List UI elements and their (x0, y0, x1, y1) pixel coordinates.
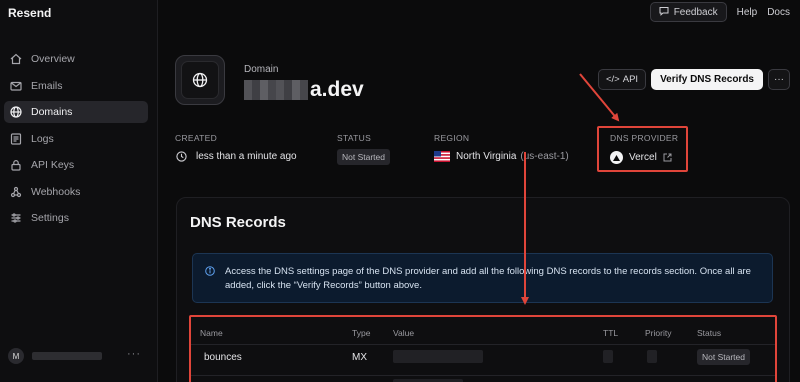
redacted-username (32, 352, 102, 360)
sidebar-item-label: Logs (31, 132, 54, 145)
domain-suffix: a.dev (310, 78, 364, 101)
globe-icon (10, 106, 22, 118)
column-header-name: Name (200, 328, 223, 338)
column-header-status: Status (697, 328, 722, 338)
overview-icon (10, 53, 22, 65)
sidebar-item-label: Webhooks (31, 185, 81, 198)
region-name: North Virginia (456, 151, 517, 162)
webhook-icon (10, 186, 22, 198)
api-label: API (622, 74, 639, 85)
record-type: MX (352, 352, 367, 363)
created-value: less than a minute ago (176, 151, 297, 162)
record-status: Not Started (697, 349, 750, 365)
info-icon (205, 266, 215, 276)
domain-name: a.dev (244, 78, 364, 102)
logs-icon (10, 132, 22, 145)
table-divider (191, 375, 775, 376)
info-text: Access the DNS settings page of the DNS … (225, 266, 751, 291)
sidebar-item-label: API Keys (31, 159, 75, 171)
sidebar-nav: Overview Emails Domains Logs API Keys We… (4, 48, 148, 234)
status-badge: Not Started (337, 149, 390, 165)
sidebar-item-logs[interactable]: Logs (4, 128, 148, 150)
sidebar-item-label: Settings (31, 212, 69, 224)
top-bar: Feedback Help Docs (649, 2, 790, 22)
globe-icon (192, 72, 208, 88)
help-link[interactable]: Help (737, 7, 758, 18)
region-code: (us-east-1) (520, 151, 569, 162)
status-label: STATUS (337, 133, 372, 143)
brand-logo[interactable]: Resend (8, 6, 51, 20)
sidebar-item-domains[interactable]: Domains (4, 101, 148, 123)
sidebar-item-label: Overview (31, 53, 75, 65)
redacted-ttl (603, 350, 613, 363)
message-icon (659, 6, 669, 19)
status-value: Not Started (337, 149, 390, 165)
us-flag-icon (434, 151, 450, 162)
user-menu-button[interactable]: ··· (127, 348, 141, 360)
lock-icon (10, 159, 22, 171)
feedback-label: Feedback (673, 6, 718, 18)
verify-dns-records-button[interactable]: Verify DNS Records (651, 69, 763, 90)
record-name: bounces (204, 352, 242, 363)
api-button[interactable]: </> API (598, 69, 647, 90)
redacted-record-value (393, 350, 483, 363)
table-divider (191, 344, 775, 345)
redacted-priority (647, 350, 657, 363)
created-label: CREATED (175, 133, 218, 143)
mail-icon (10, 80, 22, 92)
domain-avatar (175, 55, 225, 105)
redacted-domain (244, 80, 308, 100)
sidebar-item-overview[interactable]: Overview (4, 48, 148, 70)
avatar: M (8, 348, 24, 364)
docs-link[interactable]: Docs (767, 7, 790, 18)
domain-label: Domain (244, 64, 279, 75)
settings-icon (10, 212, 22, 224)
region-value: North Virginia (us-east-1) (434, 151, 569, 162)
column-header-priority: Priority (645, 328, 672, 338)
status-badge: Not Started (697, 349, 750, 365)
more-options-button[interactable]: ··· (768, 69, 790, 90)
user-account[interactable]: M (8, 348, 102, 364)
clock-icon (176, 151, 187, 162)
column-header-type: Type (352, 328, 371, 338)
region-label: REGION (434, 133, 470, 143)
sidebar-item-api-keys[interactable]: API Keys (4, 154, 148, 176)
feedback-button[interactable]: Feedback (649, 2, 727, 22)
sidebar-item-webhooks[interactable]: Webhooks (4, 181, 148, 203)
code-icon: </> (606, 74, 620, 85)
sidebar-item-label: Emails (31, 79, 63, 92)
sidebar-item-emails[interactable]: Emails (4, 75, 148, 97)
created-text: less than a minute ago (196, 151, 297, 162)
sidebar-item-settings[interactable]: Settings (4, 207, 148, 229)
column-header-ttl: TTL (603, 328, 619, 338)
dns-provider-highlight (597, 126, 688, 172)
sidebar-item-label: Domains (31, 106, 73, 118)
dns-records-table (189, 315, 777, 382)
header-actions: </> API Verify DNS Records ··· (598, 69, 790, 90)
column-header-value: Value (393, 328, 415, 338)
sidebar: Resend Overview Emails Domains Logs API … (0, 0, 158, 382)
dns-records-title: DNS Records (190, 214, 286, 231)
